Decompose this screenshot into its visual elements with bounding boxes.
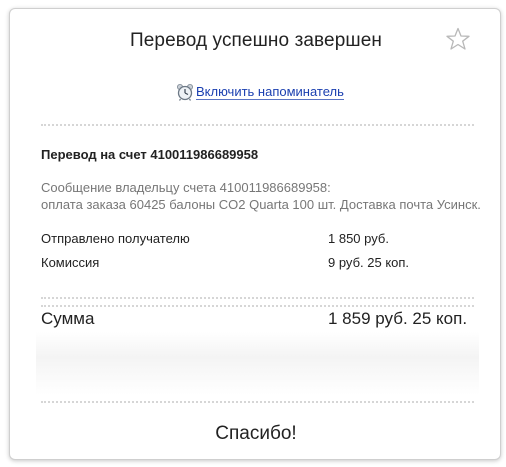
transfer-result-card: Перевод успешно завершен Включить напоми… <box>9 8 501 460</box>
commission-label: Комиссия <box>41 255 100 270</box>
alarm-clock-icon <box>177 84 193 101</box>
sent-to-recipient-label: Отправлено получателю <box>41 231 190 246</box>
recipient-message-line: оплата заказа 60425 балоны CO2 Quarta 10… <box>41 197 481 212</box>
recipient-message: Сообщение владельцу счета 41001198668995… <box>41 179 481 213</box>
enable-reminder-link[interactable]: Включить напоминатель <box>176 82 344 102</box>
total-value: 1 859 руб. 25 коп. <box>328 309 468 328</box>
dotted-divider <box>41 401 474 403</box>
thanks-message: Спасибо! <box>215 423 297 444</box>
total-top-divider <box>41 297 474 307</box>
page-title: Перевод успешно завершен <box>130 30 382 51</box>
dotted-divider <box>41 124 474 126</box>
transfer-account-heading: Перевод на счет 410011986689958 <box>41 147 259 162</box>
sent-to-recipient-value: 1 850 руб. <box>328 231 389 246</box>
total-label: Сумма <box>41 309 95 328</box>
star-outline-icon[interactable] <box>446 27 470 51</box>
recipient-message-line: Сообщение владельцу счета 41001198668995… <box>41 180 331 195</box>
commission-value: 9 руб. 25 коп. <box>328 255 410 270</box>
reminder-link-label[interactable]: Включить напоминатель <box>196 84 344 100</box>
summary-shading <box>36 332 479 395</box>
